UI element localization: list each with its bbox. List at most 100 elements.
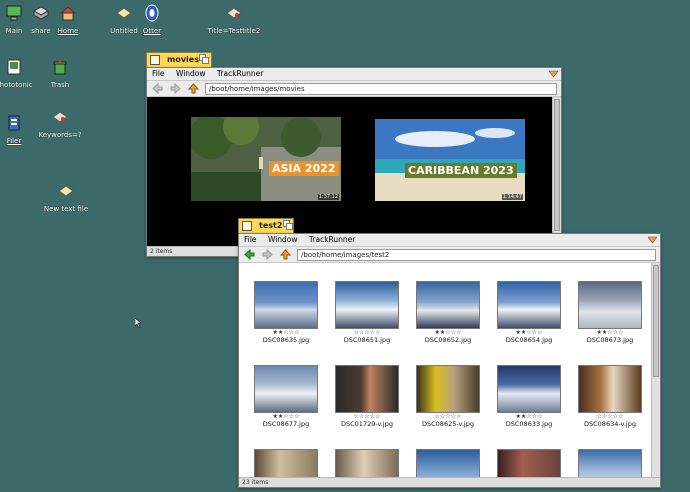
desktop-icon-keywords[interactable]: Keywords=? [30, 108, 90, 139]
filer-icon [8, 115, 20, 131]
deskbar-leaf-icon[interactable] [549, 70, 558, 78]
photo-thumbnail [497, 449, 561, 477]
menu-window[interactable]: Window [268, 235, 298, 244]
file-item[interactable]: ☆☆☆☆☆ DSC08634-v.jpg [577, 365, 643, 428]
file-name: DSC08635.jpg [262, 336, 310, 344]
photo-thumbnail [254, 449, 318, 477]
rating-stars: ☆☆☆☆☆ [596, 413, 624, 420]
file-item[interactable]: ★★☆☆☆ DSC08677.jpg [253, 365, 319, 428]
desktop-icon-label: Keywords=? [38, 131, 82, 139]
phototonic-icon [7, 59, 21, 75]
menu-window[interactable]: Window [176, 69, 206, 78]
movies-window: File Window TrackRunner /boot/home/image… [146, 67, 562, 257]
file-item[interactable]: ☆☆☆☆☆ DSC08625-v.jpg [415, 365, 481, 428]
path-field[interactable]: /boot/home/images/test2 [297, 249, 656, 261]
path-field[interactable]: /boot/home/images/movies [205, 83, 557, 95]
query-icon [52, 111, 68, 123]
file-item[interactable] [253, 449, 319, 477]
file-item[interactable]: ★★☆☆☆ DSC08654.jpg [496, 281, 562, 344]
file-name: DSC08634-v.jpg [584, 420, 636, 428]
desktop: { "desktop": { "icons": [ {"label":"Main… [0, 0, 690, 492]
movie-duration: 1:37:12 [317, 194, 339, 200]
file-item[interactable]: ★★☆☆☆ DSC08652.jpg [415, 281, 481, 344]
zoom-icon[interactable] [199, 54, 209, 64]
movies-content: ASIA 2022 1:37:12 CARIBBEAN 2023 1:14:47 [147, 97, 553, 246]
desktop-icon-trash[interactable]: Trash [30, 58, 90, 89]
close-box[interactable] [150, 55, 160, 65]
up-arrow-icon[interactable] [280, 249, 291, 260]
desktop-icon-otter[interactable]: Otter [122, 4, 182, 35]
rating-stars: ★★☆☆☆ [272, 329, 300, 336]
test2-window: File Window TrackRunner /boot/home/image… [238, 233, 661, 488]
deskbar-leaf-icon[interactable] [648, 236, 657, 244]
file-name: DSC08677.jpg [262, 420, 310, 428]
movie-title-banner: ASIA 2022 [269, 161, 339, 176]
scroll-thumb[interactable] [653, 265, 659, 377]
file-name: DSC08652.jpg [424, 336, 472, 344]
file-name: DSC08633.jpg [505, 420, 553, 428]
file-name: DSC08625-v.jpg [422, 420, 474, 428]
movie-title-banner: CARIBBEAN 2023 [405, 163, 517, 178]
beach-photo [375, 119, 525, 201]
file-item[interactable]: ☆☆☆☆☆ DSC01729-v.jpg [334, 365, 400, 428]
movie-duration: 1:14:47 [501, 194, 523, 200]
photo-thumbnail [497, 281, 561, 329]
rating-stars: ★★☆☆☆ [515, 329, 543, 336]
menu-trackrunner[interactable]: TrackRunner [309, 235, 355, 244]
up-arrow-icon[interactable] [188, 83, 199, 94]
jungle-photo [191, 117, 341, 201]
forward-arrow-icon[interactable] [262, 249, 273, 260]
menu-file[interactable]: File [152, 69, 165, 78]
navigation-toolbar: /boot/home/images/movies [147, 81, 561, 97]
file-grid: ★★☆☆☆ DSC08635.jpg ☆☆☆☆☆ DSC08651.jpg ★★… [239, 263, 651, 477]
forward-arrow-icon[interactable] [170, 83, 181, 94]
back-arrow-icon[interactable] [152, 83, 163, 94]
file-item[interactable] [577, 449, 643, 477]
file-item[interactable] [334, 449, 400, 477]
menu-file[interactable]: File [244, 235, 257, 244]
movie-thumbnail[interactable]: CARIBBEAN 2023 1:14:47 [375, 119, 525, 201]
movie-thumbnail[interactable]: ASIA 2022 1:37:12 [191, 117, 341, 201]
photo-thumbnail [335, 365, 399, 413]
photo-thumbnail [335, 281, 399, 329]
file-item[interactable]: ★★☆☆☆ DSC08633.jpg [496, 365, 562, 428]
file-name: DSC08673.jpg [586, 336, 634, 344]
scroll-thumb[interactable] [554, 99, 560, 231]
trash-icon [53, 59, 67, 75]
file-item[interactable]: ★★☆☆☆ DSC08635.jpg [253, 281, 319, 344]
desktop-icon-home[interactable]: Home [38, 4, 98, 35]
rating-stars: ★★☆☆☆ [434, 329, 462, 336]
menu-bar: File Window TrackRunner [147, 68, 561, 81]
file-name: DSC01729-v.jpg [341, 420, 393, 428]
desktop-icon-label: Otter [142, 27, 162, 35]
home-folder-icon [59, 6, 77, 21]
vertical-scrollbar[interactable] [651, 263, 660, 477]
file-item[interactable] [496, 449, 562, 477]
file-item[interactable]: ☆☆☆☆☆ DSC08651.jpg [334, 281, 400, 344]
photo-thumbnail [578, 365, 642, 413]
photo-thumbnail [254, 281, 318, 329]
file-name: DSC08654.jpg [505, 336, 553, 344]
rating-stars: ☆☆☆☆☆ [353, 329, 381, 336]
mouse-cursor-icon [135, 318, 142, 328]
close-box[interactable] [242, 221, 252, 231]
desktop-icon-label: Trash [50, 81, 70, 89]
menu-trackrunner[interactable]: TrackRunner [217, 69, 263, 78]
desktop-icon-label: Home [57, 27, 79, 35]
rating-stars: ★★☆☆☆ [515, 413, 543, 420]
file-item[interactable]: ★★☆☆☆ DSC08673.jpg [577, 281, 643, 344]
photo-thumbnail [578, 449, 642, 477]
window-title: test2 [259, 221, 283, 230]
otter-browser-icon [145, 4, 159, 22]
desktop-icon-new-text-file[interactable]: New text file [36, 182, 96, 213]
desktop-icon-title-testtitle2[interactable]: Title=Testtitle2 [204, 4, 264, 35]
back-arrow-icon[interactable] [244, 249, 255, 260]
desktop-icon-label: Title=Testtitle2 [207, 27, 261, 35]
vertical-scrollbar[interactable] [552, 97, 561, 246]
zoom-icon[interactable] [283, 220, 293, 230]
rating-stars: ☆☆☆☆☆ [434, 413, 462, 420]
photo-thumbnail [416, 449, 480, 477]
rating-stars: ☆☆☆☆☆ [353, 413, 381, 420]
navigation-toolbar: /boot/home/images/test2 [239, 247, 660, 263]
file-item[interactable] [415, 449, 481, 477]
